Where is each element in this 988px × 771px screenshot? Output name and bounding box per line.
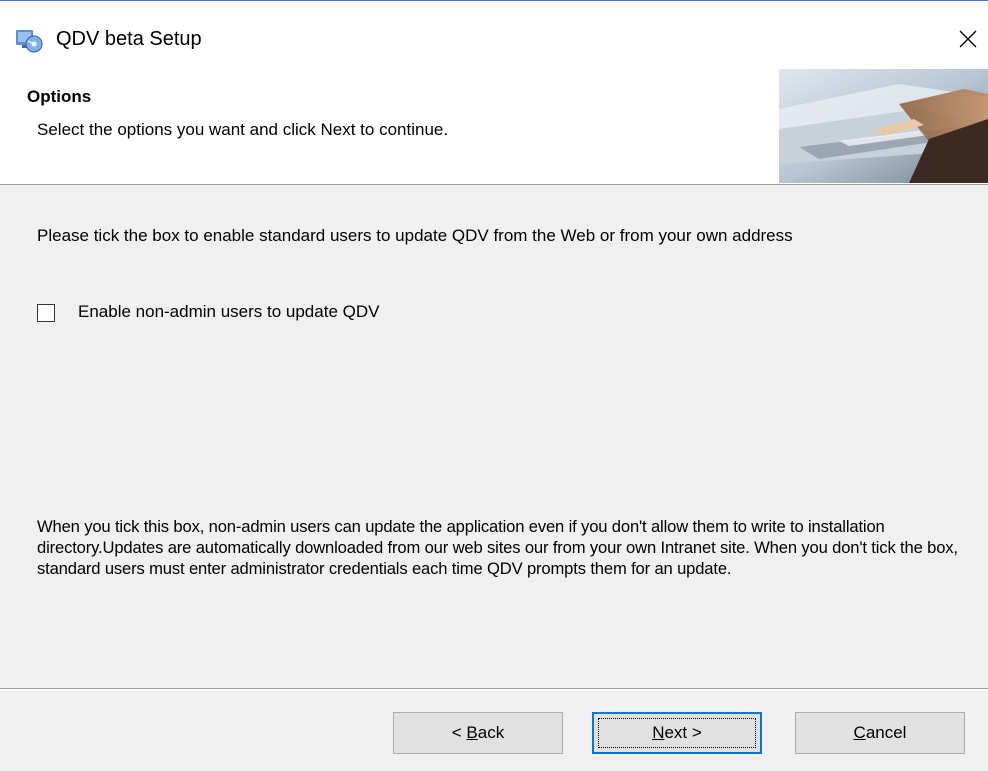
cancel-rest: ancel <box>865 723 907 742</box>
focus-rectangle <box>598 718 756 748</box>
title-bar: QDV beta Setup <box>0 1 988 69</box>
cancel-mnemonic: C <box>853 723 866 742</box>
footer-divider-highlight <box>0 689 988 690</box>
back-button-label: < Back <box>452 723 504 743</box>
page-title: Options <box>27 87 92 106</box>
banner-image <box>779 69 988 183</box>
back-mnemonic: B <box>466 723 478 742</box>
cancel-button[interactable]: Cancel <box>795 712 965 754</box>
close-button[interactable] <box>946 19 986 59</box>
intro-text: Please tick the box to enable standard u… <box>37 226 793 245</box>
back-button[interactable]: < Back <box>393 712 563 754</box>
explanation-note: When you tick this box, non-admin users … <box>37 517 958 578</box>
checkbox-label: Enable non-admin users to update QDV <box>78 302 380 321</box>
next-button[interactable]: Next > <box>592 712 762 754</box>
window-title: QDV beta Setup <box>56 28 202 50</box>
enable-non-admin-update-checkbox[interactable] <box>37 304 55 322</box>
installer-icon <box>14 27 44 53</box>
header-banner: Options Select the options you want and … <box>0 69 988 185</box>
back-prefix: < <box>451 723 467 742</box>
close-icon <box>959 30 977 48</box>
back-rest: ack <box>477 723 505 742</box>
page-description: Select the options you want and click Ne… <box>37 120 449 139</box>
cancel-button-label: Cancel <box>854 723 907 743</box>
setup-window: QDV beta Setup Options Select the option… <box>0 0 988 771</box>
